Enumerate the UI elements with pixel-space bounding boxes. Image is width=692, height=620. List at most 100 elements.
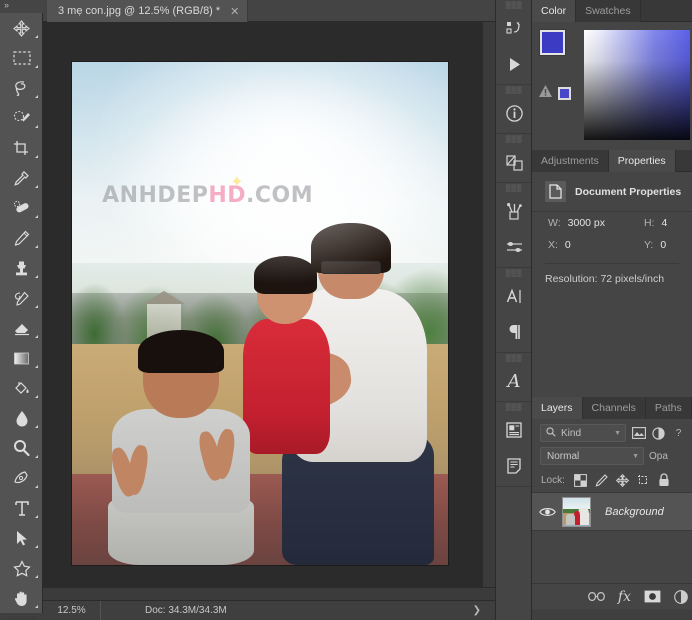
tab-color[interactable]: Color [532,0,577,22]
property-y[interactable]: Y: 0 [644,239,666,251]
canvas-vertical-scrollbar[interactable] [482,22,495,587]
custom-shape-tool[interactable] [0,553,43,583]
artboard[interactable]: ANHDEPHD.COM ✦ [72,62,448,565]
dodge-tool[interactable] [0,433,43,463]
pen-tool[interactable] [0,463,43,493]
blur-tool[interactable] [0,403,43,433]
watermark-text-gray: ANHDEP [102,182,209,208]
quick-selection-tool[interactable] [0,103,43,133]
chevron-down-icon[interactable]: ▼ [632,453,639,460]
lock-transparent-pixels-icon[interactable] [574,473,587,487]
glyphs-icon[interactable]: A [496,363,532,399]
paint-bucket-tool[interactable] [0,373,43,403]
filter-pixel-icon[interactable] [631,427,646,439]
chevron-down-icon[interactable]: ▼ [614,430,621,437]
lock-position-icon[interactable] [615,473,629,487]
gradient-tool-icon [7,346,36,371]
type-tool[interactable] [0,493,43,523]
history-brush-tool[interactable] [0,283,43,313]
color-panel [532,22,692,150]
toolbar-expand-handle[interactable]: » [0,0,43,13]
hand-tool[interactable] [0,583,43,613]
eraser-tool[interactable] [0,313,43,343]
right-panel-dock: Color Swatches Adjustments Properties Do… [532,0,692,620]
spot-healing-brush-tool-icon [7,196,36,221]
lasso-tool-icon [7,76,36,101]
tool-more-corner [35,605,38,608]
spot-healing-brush-tool[interactable] [0,193,43,223]
tab-channels[interactable]: Channels [582,397,646,419]
tab-swatches[interactable]: Swatches [576,0,641,22]
gradient-tool[interactable] [0,343,43,373]
lock-row: Lock: [532,470,692,493]
new-adjustment-layer-icon[interactable] [674,589,688,604]
lock-image-pixels-icon[interactable] [595,473,608,487]
add-layer-mask-icon[interactable] [644,590,661,603]
lock-artboard-nesting-icon[interactable] [637,474,650,487]
clone-stamp-tool[interactable] [0,253,43,283]
layer-row-background[interactable]: Background [532,493,692,531]
property-width[interactable]: W: 3000 px [548,217,644,229]
layer-visibility-eye-icon[interactable] [532,506,562,518]
photoshop-window: » 3 mẹ con.jpg @ 12.5% (RGB/8) * ✕ ANHDE… [0,0,692,620]
color-spectrum-ramp[interactable] [584,30,690,140]
rectangular-marquee-tool[interactable] [0,43,43,73]
history-icon[interactable] [496,10,532,46]
blur-tool-icon [7,406,36,431]
rail-drag-handle[interactable]: ▒▒▒ [496,85,532,95]
move-tool[interactable] [0,13,43,43]
tool-more-corner [35,95,38,98]
brushes-icon[interactable] [496,193,532,229]
in-gamut-color-swatch[interactable] [558,87,571,100]
tab-properties[interactable]: Properties [608,150,676,172]
zoom-tool[interactable] [0,613,43,620]
rail-drag-handle[interactable]: ▒▒▒ [496,134,532,144]
rail-drag-handle[interactable]: ▒▒▒ [496,183,532,193]
status-menu-arrow-icon[interactable]: ❯ [473,605,495,616]
path-selection-tool[interactable] [0,523,43,553]
filter-type-icon[interactable]: ? [671,428,686,439]
paragraph-icon[interactable] [496,314,532,350]
eyedropper-tool[interactable] [0,163,43,193]
notes-icon[interactable] [496,412,532,448]
color-panel-foreground-swatch[interactable] [539,29,566,56]
layer-name[interactable]: Background [605,506,664,518]
dodge-tool-icon [7,436,36,461]
brush-tool[interactable] [0,223,43,253]
rail-drag-handle[interactable]: ▒▒▒ [496,0,532,10]
blend-mode-select[interactable]: Normal ▼ [540,447,644,465]
lock-all-icon[interactable] [658,473,670,487]
rail-drag-handle[interactable]: ▒▒▒ [496,268,532,278]
tab-layers[interactable]: Layers [532,397,583,419]
watermark-text-suffix: .COM [246,182,314,208]
rail-drag-handle[interactable]: ▒▒▒ [496,353,532,363]
layer-comps-icon[interactable] [496,144,532,180]
property-x[interactable]: X: 0 [548,239,644,251]
link-layers-icon[interactable] [588,591,605,602]
layer-style-fx-icon[interactable]: fx [618,589,631,605]
rail-drag-handle[interactable]: ▒▒▒ [496,402,532,412]
document-tab[interactable]: 3 mẹ con.jpg @ 12.5% (RGB/8) * ✕ [47,0,249,22]
tab-adjustments[interactable]: Adjustments [532,150,609,172]
tab-paths[interactable]: Paths [645,397,692,419]
canvas-horizontal-scrollbar[interactable] [43,587,495,600]
brush-settings-icon[interactable] [496,229,532,265]
x-label: X: [548,239,558,251]
tool-more-corner [35,425,38,428]
lasso-tool[interactable] [0,73,43,103]
canvas-area[interactable]: ANHDEPHD.COM ✦ [43,22,495,600]
rail-group-layer-comps: ▒▒▒ [496,134,531,183]
zoom-level-field[interactable]: 12.5% [43,601,101,620]
actions-play-icon[interactable] [496,46,532,82]
layer-thumbnail[interactable] [562,496,591,527]
info-icon[interactable] [496,95,532,131]
width-value: 3000 px [567,217,606,229]
properties-icon[interactable] [496,448,532,484]
crop-tool[interactable] [0,133,43,163]
property-height[interactable]: H: 4 [644,217,667,229]
out-of-gamut-warning-icon[interactable] [538,84,553,103]
character-icon[interactable] [496,278,532,314]
close-icon[interactable]: ✕ [229,5,240,18]
layer-filter-kind-select[interactable]: Kind ▼ [540,424,626,442]
filter-adjustment-icon[interactable] [651,426,666,440]
